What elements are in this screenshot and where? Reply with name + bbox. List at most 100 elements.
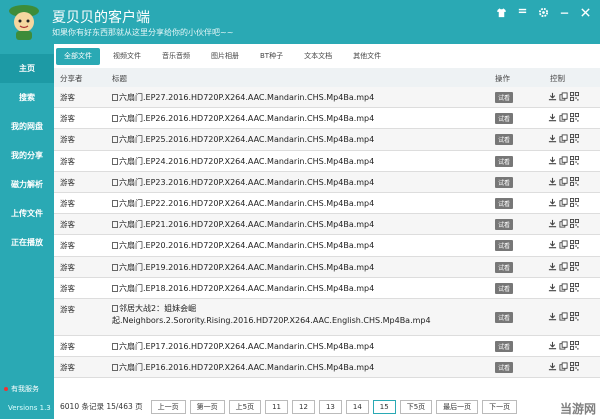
copy-link-icon[interactable] <box>559 312 568 321</box>
try-watch-button[interactable]: 试看 <box>495 261 513 273</box>
copy-link-icon[interactable] <box>559 92 568 101</box>
download-icon[interactable] <box>548 262 557 271</box>
table-row[interactable]: 游客 邻居大战2：姐妹会崛起.Neighbors.2.Sorority.Risin… <box>54 298 600 336</box>
row-title[interactable]: 邻居大战2：姐妹会崛起.Neighbors.2.Sorority.Rising.… <box>112 303 512 327</box>
qr-code-icon[interactable] <box>570 219 579 229</box>
table-row[interactable]: 游客 六扇门.EP17.2016.HD720P.X264.AAC.Mandarin… <box>54 335 600 358</box>
row-title[interactable]: 六扇门.EP25.2016.HD720P.X264.AAC.Mandarin.C… <box>112 134 374 145</box>
try-watch-button[interactable]: 试看 <box>495 134 513 146</box>
qr-code-icon[interactable] <box>570 176 579 186</box>
prev-5-pages-button[interactable]: 上5页 <box>228 399 262 414</box>
table-row[interactable]: 游客 六扇门.EP18.2016.HD720P.X264.AAC.Mandarin… <box>54 277 600 299</box>
next-page-button[interactable]: 下一页 <box>482 399 518 414</box>
qr-code-icon[interactable] <box>570 340 579 350</box>
sidebar-item-my-drive[interactable]: 我的网盘 <box>0 112 54 141</box>
download-icon[interactable] <box>548 134 557 143</box>
qr-code-icon[interactable] <box>570 113 579 123</box>
table-row[interactable]: 游客 六扇门.EP24.2016.HD720P.X264.AAC.Mandarin… <box>54 150 600 172</box>
tab-video[interactable]: 视频文件 <box>105 48 149 65</box>
try-watch-button[interactable]: 试看 <box>495 311 513 323</box>
copy-link-icon[interactable] <box>559 362 568 371</box>
copy-link-icon[interactable] <box>559 198 568 207</box>
copy-link-icon[interactable] <box>559 261 568 271</box>
qr-code-icon[interactable] <box>570 362 579 372</box>
download-icon[interactable] <box>548 362 557 371</box>
row-title[interactable]: 六扇门.EP17.2016.HD720P.X264.AAC.Mandarin.C… <box>112 341 374 352</box>
page-button[interactable]: 12 <box>292 399 315 414</box>
row-title[interactable]: 六扇门.EP16.2016.HD720P.X264.AAC.Mandarin.C… <box>112 362 374 373</box>
try-watch-button[interactable]: 试看 <box>495 197 513 209</box>
tab-all-files[interactable]: 全部文件 <box>56 47 100 65</box>
page-button[interactable]: 13 <box>318 399 342 414</box>
download-icon[interactable] <box>548 341 557 350</box>
copy-link-icon[interactable] <box>559 219 568 228</box>
download-icon[interactable] <box>548 312 557 321</box>
try-watch-button[interactable]: 试看 <box>495 219 513 231</box>
row-title[interactable]: 六扇门.EP18.2016.HD720P.X264.AAC.Mandarin.C… <box>112 283 374 294</box>
table-row[interactable]: 游客 六扇门.EP16.2016.HD720P.X264.AAC.Mandarin… <box>54 357 600 379</box>
row-title[interactable]: 六扇门.EP26.2016.HD720P.X264.AAC.Mandarin.C… <box>112 113 374 124</box>
qr-code-icon[interactable] <box>570 197 579 207</box>
tab-audio[interactable]: 音乐音频 <box>154 48 198 65</box>
page-button[interactable]: 11 <box>265 399 289 414</box>
row-title[interactable]: 六扇门.EP19.2016.HD720P.X264.AAC.Mandarin.C… <box>112 262 374 273</box>
qr-code-icon[interactable] <box>570 261 579 271</box>
sidebar-item-magnet-parse[interactable]: 磁力解析 <box>0 170 54 199</box>
sidebar-item-my-shares[interactable]: 我的分享 <box>0 141 54 170</box>
close-icon[interactable] <box>578 5 592 19</box>
next-5-pages-button[interactable]: 下5页 <box>399 399 433 414</box>
download-icon[interactable] <box>548 240 557 249</box>
download-icon[interactable] <box>548 156 557 165</box>
current-page-button[interactable]: 15 <box>372 399 396 414</box>
row-title[interactable]: 六扇门.EP23.2016.HD720P.X264.AAC.Mandarin.C… <box>112 177 374 188</box>
first-page-button[interactable]: 第一页 <box>189 399 225 414</box>
copy-link-icon[interactable] <box>559 240 568 249</box>
row-title[interactable]: 六扇门.EP27.2016.HD720P.X264.AAC.Mandarin.C… <box>112 92 374 103</box>
tab-other[interactable]: 其他文件 <box>345 48 389 65</box>
sidebar-item-search[interactable]: 搜索 <box>0 83 54 112</box>
last-page-button[interactable]: 最后一页 <box>436 399 479 414</box>
table-row[interactable]: 游客 六扇门.EP23.2016.HD720P.X264.AAC.Mandarin… <box>54 171 600 193</box>
minimize-icon[interactable] <box>557 5 571 19</box>
qr-code-icon[interactable] <box>570 282 579 292</box>
try-watch-button[interactable]: 试看 <box>495 176 513 188</box>
table-row[interactable]: 游客 六扇门.EP26.2016.HD720P.X264.AAC.Mandarin… <box>54 108 600 130</box>
qr-code-icon[interactable] <box>570 240 579 250</box>
row-title[interactable]: 六扇门.EP21.2016.HD720P.X264.AAC.Mandarin.C… <box>112 219 374 230</box>
table-row[interactable]: 游客 六扇门.EP27.2016.HD720P.X264.AAC.Mandarin… <box>54 87 600 109</box>
download-icon[interactable] <box>548 198 557 207</box>
copy-link-icon[interactable] <box>559 113 568 122</box>
download-icon[interactable] <box>548 113 557 122</box>
try-watch-button[interactable]: 试看 <box>495 113 513 125</box>
row-title[interactable]: 六扇门.EP20.2016.HD720P.X264.AAC.Mandarin.C… <box>112 240 374 251</box>
copy-link-icon[interactable] <box>559 177 568 186</box>
page-button[interactable]: 14 <box>345 399 369 414</box>
qr-code-icon[interactable] <box>570 155 579 165</box>
qr-code-icon[interactable] <box>570 311 579 321</box>
vip-link[interactable]: 有我服务 <box>4 384 39 394</box>
qr-code-icon[interactable] <box>570 92 579 101</box>
tab-bt-torrent[interactable]: BT种子 <box>252 48 291 65</box>
tab-images[interactable]: 图片相册 <box>203 48 247 65</box>
table-row[interactable]: 游客 六扇门.EP19.2016.HD720P.X264.AAC.Mandarin… <box>54 256 600 278</box>
gear-icon[interactable] <box>536 5 550 19</box>
download-icon[interactable] <box>548 177 557 186</box>
table-row[interactable]: 游客 六扇门.EP22.2016.HD720P.X264.AAC.Mandarin… <box>54 192 600 215</box>
try-watch-button[interactable]: 试看 <box>495 282 513 294</box>
download-icon[interactable] <box>548 283 557 292</box>
copy-link-icon[interactable] <box>559 283 568 292</box>
try-watch-button[interactable]: 试看 <box>495 340 513 352</box>
sidebar-item-upload[interactable]: 上传文件 <box>0 199 54 228</box>
try-watch-button[interactable]: 试看 <box>495 92 513 103</box>
row-title[interactable]: 六扇门.EP24.2016.HD720P.X264.AAC.Mandarin.C… <box>112 156 374 167</box>
copy-link-icon[interactable] <box>559 134 568 143</box>
sidebar-item-now-playing[interactable]: 正在播放 <box>0 228 54 257</box>
download-icon[interactable] <box>548 92 557 101</box>
copy-link-icon[interactable] <box>559 341 568 350</box>
table-row[interactable]: 游客 六扇门.EP25.2016.HD720P.X264.AAC.Mandarin… <box>54 129 600 151</box>
try-watch-button[interactable]: 试看 <box>495 240 513 252</box>
row-title[interactable]: 六扇门.EP22.2016.HD720P.X264.AAC.Mandarin.C… <box>112 198 374 209</box>
try-watch-button[interactable]: 试看 <box>495 155 513 167</box>
try-watch-button[interactable]: 试看 <box>495 362 513 374</box>
qr-code-icon[interactable] <box>570 134 579 144</box>
